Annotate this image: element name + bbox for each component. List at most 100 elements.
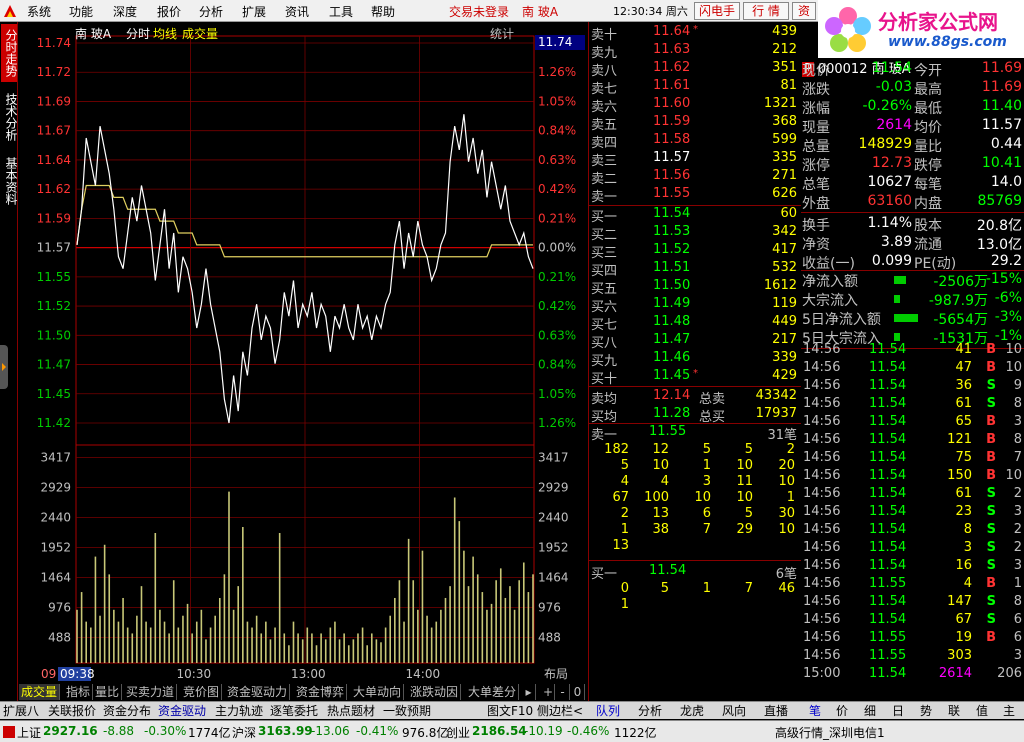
menu-item-8[interactable]: 帮助 xyxy=(371,3,395,20)
stats-button[interactable]: 统计 xyxy=(490,25,514,42)
detail-tab-4[interactable]: 势 xyxy=(920,703,932,719)
tick-row[interactable]: 14:56 11.54 75 B 7 xyxy=(801,450,1024,468)
book-tab-2[interactable]: 龙虎 xyxy=(680,703,704,719)
hs-index-label[interactable]: 沪深 xyxy=(232,724,256,741)
tick-row[interactable]: 14:56 11.54 47 B 10 xyxy=(801,360,1024,378)
flash-trade-button[interactable]: 闪电手 xyxy=(694,2,740,20)
detail-tab-6[interactable]: 值 xyxy=(976,703,988,719)
indicator-tab-5[interactable]: 资金驱动力 xyxy=(225,684,291,700)
tick-row[interactable]: 14:56 11.55 19 B 6 xyxy=(801,630,1024,648)
chart-ctrl-button-1[interactable]: + xyxy=(541,684,555,700)
menu-item-7[interactable]: 工具 xyxy=(329,3,353,20)
ext-tab-1[interactable]: 关联报价 xyxy=(48,703,96,719)
tick-row[interactable]: 14:56 11.55 303 3 xyxy=(801,648,1024,666)
tick-list[interactable]: 14:56 11.54 41 B 10 14:56 11.54 47 B 10 14:56 11.54… xyxy=(801,342,1024,687)
bid-row[interactable]: 买五 11.50 1612 xyxy=(591,278,799,297)
menu-item-5[interactable]: 扩展 xyxy=(242,3,266,20)
quote-button[interactable]: 行 情 xyxy=(743,2,789,20)
menu-item-3[interactable]: 报价 xyxy=(157,3,181,20)
tick-row[interactable]: 14:56 11.54 121 B 8 xyxy=(801,432,1024,450)
detail-tab-7[interactable]: 主 xyxy=(1003,703,1015,719)
detail-tab-2[interactable]: 细 xyxy=(864,703,876,719)
tick-row[interactable]: 14:56 11.55 4 B 1 xyxy=(801,576,1024,594)
menu-item-4[interactable]: 分析 xyxy=(199,3,223,20)
indicator-tab-3[interactable]: 买卖力道 xyxy=(124,684,178,700)
ext-tab-4[interactable]: 主力轨迹 xyxy=(215,703,263,719)
tick-row[interactable]: 14:56 11.54 3 S 2 xyxy=(801,540,1024,558)
bid-row[interactable]: 买二 11.53 342 xyxy=(591,224,799,243)
ask-row[interactable]: 卖四 11.58 599 xyxy=(591,132,799,151)
bid-row[interactable]: 买三 11.52 417 xyxy=(591,242,799,261)
ask-row[interactable]: 卖一 11.55 626 xyxy=(591,186,799,205)
tab-fundamentals[interactable]: 基本资料 xyxy=(1,152,18,210)
ask-row[interactable]: 卖八 11.62 351 xyxy=(591,60,799,79)
news-button[interactable]: 资 xyxy=(792,2,816,20)
feed-server[interactable]: 高级行情_深圳电信1 xyxy=(775,724,885,741)
ask-row[interactable]: 卖六 11.60 1321 xyxy=(591,96,799,115)
tab-intraday[interactable]: 分时走势 xyxy=(1,24,18,82)
ask-row[interactable]: 卖二 11.56 271 xyxy=(591,168,799,187)
detail-tab-0[interactable]: 笔 xyxy=(809,703,821,719)
bid-row[interactable]: 买四 11.51 532 xyxy=(591,260,799,279)
ext-tab-3[interactable]: 资金驱动 xyxy=(158,703,206,719)
indicator-tab-4[interactable]: 竞价图 xyxy=(181,684,223,700)
capital-flow-row[interactable]: 大宗流入 -987.9万 -6% xyxy=(801,290,1024,309)
ext-tab-8[interactable]: 图文F10 xyxy=(487,703,533,719)
chart-canvas[interactable]: 11.74 11.72 1.26% 11.69 1.05% 11.67 0.84% 11.64… xyxy=(19,22,588,683)
indicator-tab-9[interactable]: 大单差分 xyxy=(466,684,520,700)
ask-row[interactable]: 卖三 11.57 335 xyxy=(591,150,799,169)
indicator-tab-8[interactable]: 涨跌动因 xyxy=(408,684,462,700)
intraday-chart[interactable]: 11.74 11.72 1.26% 11.69 1.05% 11.67 0.84% 11.64… xyxy=(19,22,588,683)
indicator-tab-2[interactable]: 量比 xyxy=(93,684,123,700)
book-tab-1[interactable]: 分析 xyxy=(638,703,662,719)
tick-row[interactable]: 15:00 11.54 2614 206 xyxy=(801,666,1024,684)
chart-ctrl-button-0[interactable]: ▸ xyxy=(522,684,536,700)
cy-index-label[interactable]: 创业 xyxy=(446,724,470,741)
indicator-tab-1[interactable]: 指标 xyxy=(64,684,94,700)
tick-row[interactable]: 14:56 11.54 61 S 2 xyxy=(801,486,1024,504)
indicator-tab-0[interactable]: 成交量 xyxy=(19,684,61,700)
tick-row[interactable]: 14:56 11.54 16 S 3 xyxy=(801,558,1024,576)
collapse-sidebar-handle[interactable] xyxy=(0,345,8,389)
ext-tab-7[interactable]: 一致预期 xyxy=(383,703,431,719)
ext-tab-2[interactable]: 资金分布 xyxy=(103,703,151,719)
tick-row[interactable]: 14:56 11.54 67 S 6 xyxy=(801,612,1024,630)
layout-button[interactable]: 布局 xyxy=(544,667,568,681)
tick-row[interactable]: 14:56 11.54 147 S 8 xyxy=(801,594,1024,612)
tick-row[interactable]: 14:56 11.54 23 S 3 xyxy=(801,504,1024,522)
bid-row[interactable]: 买七 11.48 449 xyxy=(591,314,799,333)
ask-row[interactable]: 卖十 11.64 * 439 xyxy=(591,24,799,43)
capital-flow-row[interactable]: 净流入额 -2506万 -15% xyxy=(801,271,1024,290)
tick-row[interactable]: 14:56 11.54 150 B 10 xyxy=(801,468,1024,486)
tab-technical[interactable]: 技术分析 xyxy=(1,88,18,146)
detail-tab-1[interactable]: 价 xyxy=(836,703,848,719)
bid-row[interactable]: 买一 11.54 60 xyxy=(591,206,799,225)
ask-row[interactable]: 卖七 11.61 81 xyxy=(591,78,799,97)
tick-row[interactable]: 14:56 11.54 8 S 2 xyxy=(801,522,1024,540)
bid-row[interactable]: 买六 11.49 119 xyxy=(591,296,799,315)
ext-tab-5[interactable]: 逐笔委托 xyxy=(270,703,318,719)
ext-tab-9[interactable]: 侧边栏< xyxy=(537,703,583,719)
ext-tab-6[interactable]: 热点题材 xyxy=(327,703,375,719)
bid-row[interactable]: 买九 11.46 339 xyxy=(591,350,799,369)
tick-row[interactable]: 14:56 11.54 61 S 8 xyxy=(801,396,1024,414)
tick-row[interactable]: 14:56 11.54 36 S 9 xyxy=(801,378,1024,396)
detail-tab-3[interactable]: 日 xyxy=(892,703,904,719)
menu-item-6[interactable]: 资讯 xyxy=(285,3,309,20)
ask-row[interactable]: 卖九 11.63 212 xyxy=(591,42,799,61)
ext-tab-0[interactable]: 扩展八 xyxy=(3,703,39,719)
capital-flow-row[interactable]: 5日净流入额 -5654万 -3% xyxy=(801,309,1024,328)
menu-item-1[interactable]: 功能 xyxy=(69,3,93,20)
detail-tab-5[interactable]: 联 xyxy=(948,703,960,719)
bid-row[interactable]: 买十 11.45 * 429 xyxy=(591,368,799,387)
chart-ctrl-button-2[interactable]: - xyxy=(556,684,570,700)
bid-row[interactable]: 买八 11.47 217 xyxy=(591,332,799,351)
chart-ctrl-button-3[interactable]: 0 xyxy=(571,684,585,700)
book-tab-0[interactable]: 队列 xyxy=(596,703,620,719)
indicator-tab-7[interactable]: 大单动向 xyxy=(351,684,405,700)
tick-row[interactable]: 14:56 11.54 41 B 10 xyxy=(801,342,1024,360)
menu-item-2[interactable]: 深度 xyxy=(113,3,137,20)
ask-row[interactable]: 卖五 11.59 368 xyxy=(591,114,799,133)
menu-item-0[interactable]: 系统 xyxy=(27,3,51,20)
sh-index-label[interactable]: 上证 xyxy=(17,724,41,741)
